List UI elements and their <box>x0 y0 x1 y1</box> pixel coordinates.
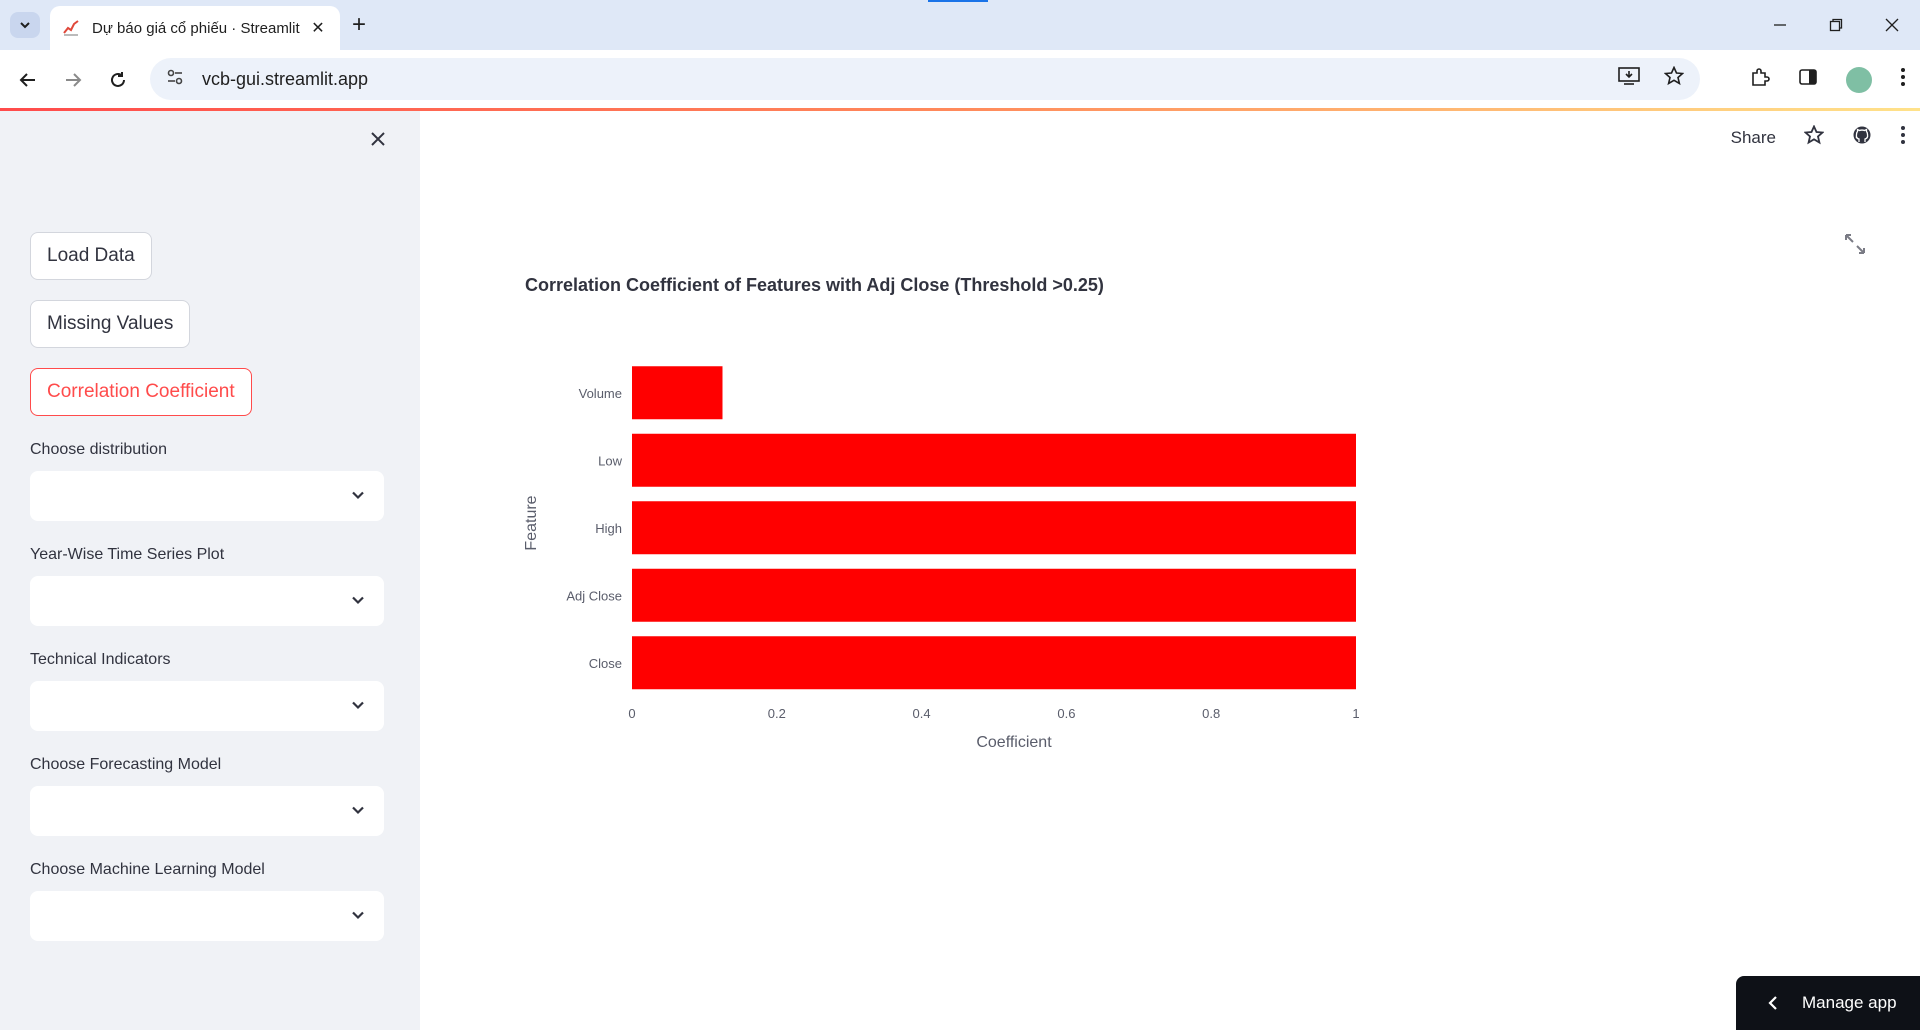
chevron-down-icon <box>20 22 30 29</box>
restore-button[interactable] <box>1808 0 1864 50</box>
sidebar-close-button[interactable] <box>370 127 386 153</box>
time-series-select[interactable] <box>30 576 384 626</box>
x-tick-label: 0.6 <box>1057 706 1075 721</box>
bar-volume <box>632 366 723 420</box>
load-data-button[interactable]: Load Data <box>30 232 152 280</box>
forward-button[interactable] <box>55 62 91 98</box>
close-icon <box>371 132 385 146</box>
y-axis-title: Feature <box>523 495 540 550</box>
y-tick-label: Low <box>598 453 622 468</box>
browser-tab[interactable]: Dự báo giá cổ phiếu · Streamlit ✕ <box>50 6 340 50</box>
reload-button[interactable] <box>100 62 136 98</box>
side-panel-icon[interactable] <box>1798 67 1818 93</box>
extensions-icon[interactable] <box>1750 67 1770 93</box>
reload-icon <box>111 72 125 87</box>
new-tab-button[interactable]: + <box>352 12 366 38</box>
x-axis-title: Coefficient <box>976 734 1052 751</box>
browser-tabstrip: Dự báo giá cổ phiếu · Streamlit ✕ + <box>0 0 1920 50</box>
restore-icon <box>1829 18 1843 32</box>
x-tick-label: 0.2 <box>768 706 786 721</box>
bar-low <box>632 433 1356 487</box>
browser-toolbar: vcb-gui.streamlit.app <box>0 50 1920 110</box>
select-label-ml-model: Choose Machine Learning Model <box>30 861 265 878</box>
chevron-left-icon <box>1768 996 1777 1010</box>
window-controls <box>1752 0 1920 50</box>
select-label-technical-indicators: Technical Indicators <box>30 651 171 668</box>
chevron-down-icon <box>352 596 364 605</box>
url-text[interactable]: vcb-gui.streamlit.app <box>202 69 1618 90</box>
chevron-down-icon <box>352 911 364 920</box>
chevron-down-icon <box>352 806 364 815</box>
address-bar[interactable]: vcb-gui.streamlit.app <box>150 58 1700 100</box>
sidebar: Load Data Missing Values Correlation Coe… <box>0 111 420 1030</box>
bar-close <box>632 636 1356 690</box>
profile-avatar[interactable] <box>1846 67 1872 93</box>
site-settings-icon[interactable] <box>166 68 188 91</box>
bar-adj-close <box>632 568 1356 622</box>
select-label-forecasting-model: Choose Forecasting Model <box>30 756 222 773</box>
x-tick-label: 0 <box>628 706 635 721</box>
select-label-distribution: Choose distribution <box>30 441 167 458</box>
chart-title: Correlation Coefficient of Features with… <box>525 275 1104 295</box>
tab-search-button[interactable] <box>10 12 40 38</box>
forecasting-model-select[interactable] <box>30 786 384 836</box>
missing-values-button[interactable]: Missing Values <box>30 300 191 348</box>
close-icon <box>1885 18 1899 32</box>
y-tick-label: Close <box>589 656 622 671</box>
bar-high <box>632 501 1356 555</box>
technical-indicators-select[interactable] <box>30 681 384 731</box>
minimize-button[interactable] <box>1752 0 1808 50</box>
x-tick-label: 0.8 <box>1202 706 1220 721</box>
chevron-down-icon <box>352 491 364 500</box>
manage-app-label: Manage app <box>1802 993 1897 1012</box>
y-tick-label: Adj Close <box>566 588 622 603</box>
arrow-left-icon <box>19 73 35 87</box>
x-tick-label: 0.4 <box>913 706 931 721</box>
chevron-down-icon <box>352 701 364 710</box>
manage-app-button[interactable]: Manage app <box>1736 976 1920 1030</box>
browser-menu-icon[interactable] <box>1900 67 1906 93</box>
chart-favicon-icon <box>63 20 79 36</box>
correlation-bar-chart: Correlation Coefficient of Features with… <box>523 275 1360 751</box>
minimize-icon <box>1774 24 1786 26</box>
y-tick-label: High <box>595 521 622 536</box>
arrow-right-icon <box>66 73 82 87</box>
close-window-button[interactable] <box>1864 0 1920 50</box>
tab-title: Dự báo giá cổ phiếu · Streamlit <box>92 19 300 37</box>
ml-model-select[interactable] <box>30 891 384 941</box>
y-tick-label: Volume <box>579 386 622 401</box>
back-button[interactable] <box>10 62 46 98</box>
correlation-coefficient-button[interactable]: Correlation Coefficient <box>30 368 252 416</box>
tab-close-icon[interactable]: ✕ <box>308 18 328 38</box>
distribution-select[interactable] <box>30 471 384 521</box>
x-tick-label: 1 <box>1352 706 1359 721</box>
main-content: Share Correlation Coefficient of Feature… <box>420 111 1920 1030</box>
install-app-icon[interactable] <box>1618 66 1640 92</box>
select-label-time-series: Year-Wise Time Series Plot <box>30 546 225 563</box>
bookmark-star-icon[interactable] <box>1663 65 1685 92</box>
tab-activity-indicator <box>928 0 988 2</box>
